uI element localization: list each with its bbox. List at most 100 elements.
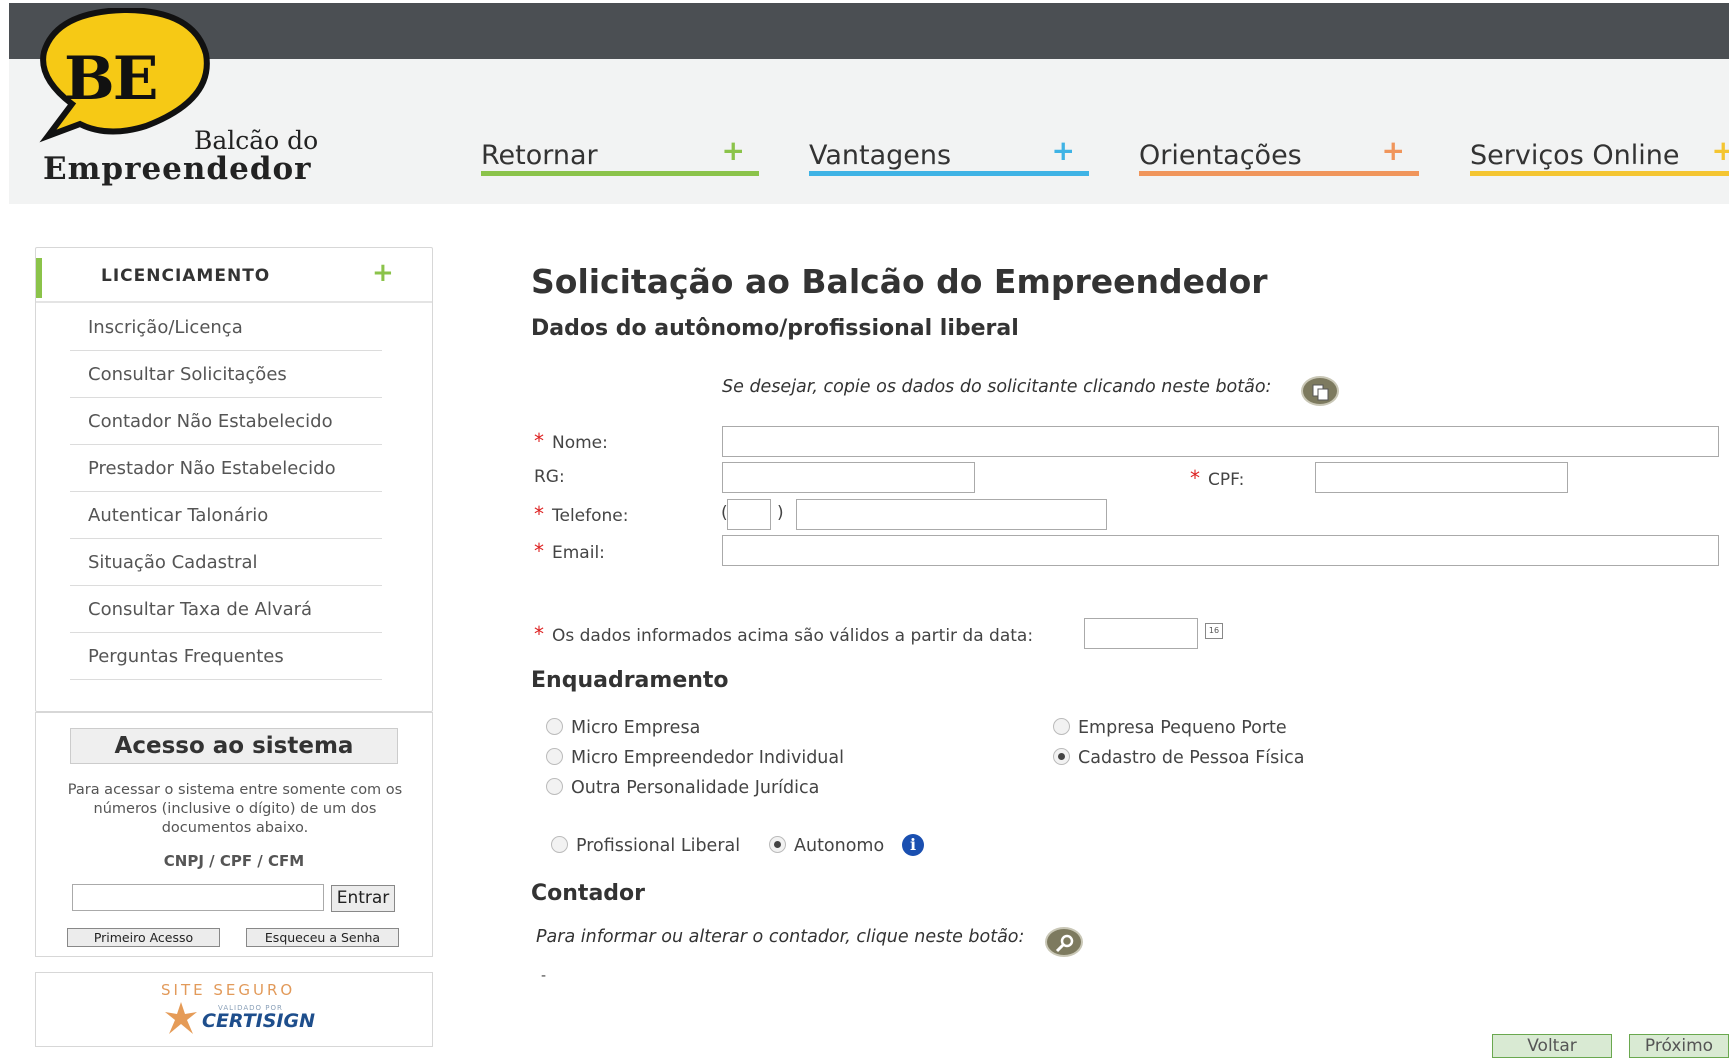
- sidebar-item-label: Situação Cadastral: [88, 552, 258, 573]
- radio-label: Empresa Pequeno Porte: [1078, 718, 1287, 738]
- valid-date-input[interactable]: [1084, 618, 1198, 649]
- nav-retornar[interactable]: Retornar +: [481, 132, 759, 176]
- radio-label: Autonomo: [794, 836, 885, 856]
- email-label-text: Email:: [552, 543, 605, 563]
- email-input[interactable]: [722, 535, 1719, 566]
- contador-title: Contador: [531, 881, 645, 906]
- ddd-close-paren: ): [777, 503, 784, 523]
- sidebar-item-autenticar-talonario[interactable]: Autenticar Talonário: [70, 492, 382, 539]
- cpf-label: * CPF:: [1190, 466, 1244, 490]
- access-documents: CNPJ / CPF / CFM: [163, 852, 305, 870]
- secure-site-badge[interactable]: SITE SEGURO VALIDADO POR CERTISIGN: [35, 972, 433, 1047]
- magnifier-icon: [1055, 934, 1074, 953]
- logo-line2: Empreendedor: [43, 151, 312, 187]
- logo[interactable]: BE Balcão do Empreendedor: [34, 8, 364, 188]
- secure-title: SITE SEGURO: [161, 981, 296, 999]
- radio-button-selected[interactable]: [769, 836, 786, 853]
- nav-vantagens[interactable]: Vantagens +: [809, 132, 1089, 176]
- next-button[interactable]: Próximo: [1629, 1034, 1729, 1058]
- sidebar-header[interactable]: LICENCIAMENTO +: [36, 248, 432, 303]
- nav-underline: [809, 171, 1089, 176]
- nav-label: Retornar: [481, 140, 598, 171]
- required-mark: *: [1190, 466, 1200, 490]
- radio-label: Cadastro de Pessoa Física: [1078, 748, 1305, 768]
- radio-label: Micro Empreendedor Individual: [571, 748, 844, 768]
- nav-label: Serviços Online: [1470, 140, 1680, 171]
- back-button[interactable]: Voltar: [1492, 1034, 1612, 1058]
- cpf-label-text: CPF:: [1208, 470, 1245, 490]
- plus-icon[interactable]: +: [372, 258, 394, 288]
- sidebar-item-consultar-taxa-alvara[interactable]: Consultar Taxa de Alvará: [70, 586, 382, 633]
- enquadramento-title: Enquadramento: [531, 668, 729, 693]
- email-label: * Email:: [534, 539, 605, 563]
- sidebar-item-label: Prestador Não Estabelecido: [88, 458, 336, 479]
- sidebar-item-inscricao-licenca[interactable]: Inscrição/Licença: [70, 304, 382, 351]
- nav-underline: [1139, 171, 1419, 176]
- radio-button[interactable]: [1053, 718, 1070, 735]
- radio-profissional-liberal[interactable]: Profissional Liberal: [551, 836, 740, 856]
- telefone-label-text: Telefone:: [552, 506, 629, 526]
- sidebar-item-label: Inscrição/Licença: [88, 317, 243, 338]
- enter-button[interactable]: Entrar: [331, 885, 395, 912]
- nav-orientacoes[interactable]: Orientações +: [1139, 132, 1419, 176]
- telefone-label: * Telefone:: [534, 502, 628, 526]
- plus-icon: +: [1711, 134, 1729, 167]
- page-title: Solicitação ao Balcão do Empreendedor: [531, 262, 1268, 301]
- nav-servicos-online[interactable]: Serviços Online +: [1470, 132, 1729, 176]
- sidebar-item-contador-nao-estabelecido[interactable]: Contador Não Estabelecido: [70, 398, 382, 445]
- required-mark: *: [534, 622, 544, 646]
- contador-dash: -: [541, 968, 547, 984]
- nav-label: Vantagens: [809, 140, 952, 171]
- nome-label: * Nome:: [534, 429, 608, 453]
- sidebar-item-label: Contador Não Estabelecido: [88, 411, 333, 432]
- radio-button[interactable]: [546, 748, 563, 765]
- plus-icon: +: [1381, 134, 1405, 167]
- sidebar-item-consultar-solicitacoes[interactable]: Consultar Solicitações: [70, 351, 382, 398]
- calendar-icon[interactable]: 16: [1205, 623, 1223, 639]
- nome-input[interactable]: [722, 426, 1719, 457]
- access-title: Acesso ao sistema: [70, 728, 398, 764]
- access-description: Para acessar o sistema entre somente com…: [67, 782, 403, 836]
- copy-requester-button[interactable]: [1301, 376, 1339, 406]
- cpf-input[interactable]: [1315, 462, 1568, 493]
- radio-button-selected[interactable]: [1053, 748, 1070, 765]
- nav-underline: [1470, 171, 1729, 176]
- first-access-button[interactable]: Primeiro Acesso: [67, 928, 220, 947]
- radio-outra-personalidade-juridica[interactable]: Outra Personalidade Jurídica: [546, 778, 819, 798]
- copy-hint: Se desejar, copie os dados do solicitant…: [722, 377, 1272, 397]
- sidebar-item-label: Consultar Solicitações: [88, 364, 287, 385]
- access-panel: Acesso ao sistema Para acessar o sistema…: [35, 712, 433, 957]
- nome-label-text: Nome:: [552, 433, 608, 453]
- certisign-star-icon: [165, 1002, 197, 1034]
- radio-micro-empresa[interactable]: Micro Empresa: [546, 718, 700, 738]
- sidebar-accent: [36, 258, 42, 298]
- access-document-input[interactable]: [72, 884, 324, 911]
- rg-input[interactable]: [722, 462, 975, 493]
- radio-button[interactable]: [546, 718, 563, 735]
- sidebar-item-perguntas-frequentes[interactable]: Perguntas Frequentes: [70, 633, 382, 680]
- radio-button[interactable]: [546, 778, 563, 795]
- sidebar-item-label: Perguntas Frequentes: [88, 646, 284, 667]
- radio-label: Outra Personalidade Jurídica: [571, 778, 820, 798]
- plus-icon: +: [1051, 134, 1075, 167]
- ddd-input[interactable]: [727, 499, 771, 530]
- telefone-input[interactable]: [796, 499, 1107, 530]
- section-subtitle: Dados do autônomo/profissional liberal: [531, 316, 1019, 341]
- radio-cadastro-pessoa-fisica[interactable]: Cadastro de Pessoa Física: [1053, 748, 1304, 768]
- required-mark: *: [534, 502, 544, 526]
- radio-empresa-pequeno-porte[interactable]: Empresa Pequeno Porte: [1053, 718, 1287, 738]
- sidebar-licenciamento: LICENCIAMENTO + Inscrição/Licença Consul…: [35, 247, 433, 712]
- search-contador-button[interactable]: [1045, 927, 1083, 957]
- forgot-password-button[interactable]: Esqueceu a Senha: [246, 928, 399, 947]
- valid-date-label: * Os dados informados acima são válidos a…: [534, 622, 1033, 646]
- radio-button[interactable]: [551, 836, 568, 853]
- plus-icon: +: [721, 134, 745, 167]
- sidebar-item-situacao-cadastral[interactable]: Situação Cadastral: [70, 539, 382, 586]
- contador-hint: Para informar ou alterar o contador, cli…: [536, 927, 1025, 947]
- sidebar-item-prestador-nao-estabelecido[interactable]: Prestador Não Estabelecido: [70, 445, 382, 492]
- radio-micro-empreendedor-individual[interactable]: Micro Empreendedor Individual: [546, 748, 844, 768]
- logo-mark: BE: [64, 44, 158, 114]
- radio-label: Profissional Liberal: [576, 836, 741, 856]
- info-icon[interactable]: i: [902, 834, 924, 856]
- radio-autonomo[interactable]: Autonomo: [769, 836, 884, 856]
